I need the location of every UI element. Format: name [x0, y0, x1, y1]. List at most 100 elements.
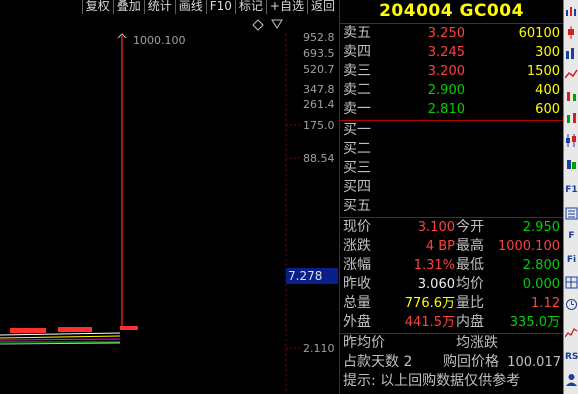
- add-watchlist-button[interactable]: +自选: [265, 0, 307, 14]
- candle5-icon[interactable]: [565, 158, 578, 171]
- stat-label: 今开: [456, 219, 484, 235]
- sell-volume: 60100: [518, 26, 560, 41]
- back-button[interactable]: 返回: [306, 0, 338, 14]
- sell-row[interactable]: 卖五 3.250 60100: [340, 24, 563, 43]
- trading-window: 复权 叠加 统计 画线 F10 标记 +自选 返回 1000.100 952.8…: [0, 0, 578, 394]
- axis-tick-label: 693.5: [303, 47, 335, 60]
- sell-price: 2.810: [427, 102, 465, 117]
- sell-row[interactable]: 卖三 3.200 1500: [340, 62, 563, 81]
- stat-label: 现价: [343, 219, 371, 235]
- stat-label: 昨收: [343, 276, 371, 292]
- stat-row: 涨跌 4 BP 最高 1000.100: [340, 237, 563, 256]
- axis-tick-label: 347.8: [303, 83, 335, 96]
- repo-row: 占款天数 2 购回价格 100.017: [343, 353, 561, 372]
- axis-tick-label: 952.8: [303, 31, 335, 44]
- buy-row[interactable]: 买五: [340, 197, 563, 216]
- bar-icon[interactable]: [565, 47, 578, 60]
- f10-button[interactable]: F10: [205, 0, 235, 14]
- sell-row[interactable]: 卖一 2.810 600: [340, 100, 563, 119]
- graph-icon[interactable]: [565, 326, 578, 339]
- chart-toolbar: 复权 叠加 统计 画线 F10 标记 +自选 返回: [0, 0, 338, 14]
- stat-value: 1.12: [531, 296, 560, 311]
- diamond-icon: [252, 19, 264, 31]
- f10-icon[interactable]: F1: [565, 184, 578, 197]
- stat-label: 总量: [343, 295, 371, 311]
- user-icon[interactable]: [565, 373, 578, 386]
- candle: [120, 326, 138, 330]
- stat-row: 外盘 441.5万 内盘 335.0万: [340, 313, 563, 332]
- sell-row[interactable]: 卖四 3.245 300: [340, 43, 563, 62]
- axis-tick-label: 175.0: [303, 119, 335, 132]
- clock-icon[interactable]: [565, 298, 578, 311]
- candle3-icon[interactable]: [565, 112, 578, 125]
- stat-value: 3.060: [417, 277, 455, 292]
- stat-label: 内盘: [456, 314, 484, 330]
- axis-tick-label: 88.54: [303, 152, 335, 165]
- chart-canvas: 1000.100 952.8 693.5 520.7 347.8 261.4 1…: [0, 19, 335, 394]
- stat-row: 总量 776.6万 量比 1.12: [340, 294, 563, 313]
- buy-label: 买五: [343, 198, 371, 214]
- buy-row[interactable]: 买二: [340, 140, 563, 159]
- buyback-price-value: 100.017: [507, 355, 561, 370]
- rss-icon[interactable]: RS: [565, 351, 578, 364]
- buy-row[interactable]: 买四: [340, 178, 563, 197]
- security-title: 204004 GC004: [379, 1, 524, 21]
- sell-row[interactable]: 卖二 2.900 400: [340, 81, 563, 100]
- stat-value: 3.100: [417, 220, 455, 235]
- line-icon[interactable]: [565, 68, 578, 81]
- sell-volume: 400: [535, 83, 560, 98]
- stat-value: 1.31%: [413, 258, 455, 273]
- axis-tick-label: 261.4: [303, 98, 335, 111]
- triangle-icon: [271, 19, 283, 29]
- candle2-icon[interactable]: [565, 90, 578, 103]
- list-icon[interactable]: [565, 207, 578, 220]
- grid-icon[interactable]: [565, 276, 578, 289]
- candle-icon[interactable]: [565, 26, 578, 39]
- hint-text: 提示: 以上回购数据仅供参考: [343, 373, 521, 389]
- stat-value: 0.000: [522, 277, 560, 292]
- statistics-button[interactable]: 统计: [143, 0, 175, 14]
- stat-value: 2.800: [522, 258, 560, 273]
- buy-label: 买一: [343, 122, 371, 138]
- stat-label: 量比: [456, 295, 484, 311]
- f-icon[interactable]: F: [565, 230, 578, 243]
- avg-price-label: 昨均价: [343, 335, 385, 351]
- stat-label: 外盘: [343, 314, 371, 330]
- axis-tick-label: 2.110: [303, 342, 335, 355]
- right-toolbar: F1 F Fi RS: [563, 0, 578, 394]
- draw-line-button[interactable]: 画线: [174, 0, 206, 14]
- sell-price: 3.245: [427, 45, 465, 60]
- stat-value: 2.950: [522, 220, 560, 235]
- buy-row[interactable]: 买三: [340, 159, 563, 178]
- hint-row: 提示: 以上回购数据仅供参考: [343, 372, 561, 391]
- candle4-icon[interactable]: [565, 134, 578, 147]
- stat-label: 最高: [456, 238, 484, 254]
- restore-rights-button[interactable]: 复权: [81, 0, 113, 14]
- stat-label: 最低: [456, 257, 484, 273]
- stat-value: 4 BP: [425, 239, 455, 254]
- mark-button[interactable]: 标记: [234, 0, 266, 14]
- buy-label: 买四: [343, 179, 371, 195]
- stat-label: 均价: [456, 276, 484, 292]
- stat-value: 1000.100: [497, 239, 560, 254]
- axis-tick-label: 520.7: [303, 63, 335, 76]
- candle: [58, 327, 92, 332]
- stat-label: 涨跌: [343, 238, 371, 254]
- stat-value: 335.0万: [509, 315, 560, 330]
- price-chart[interactable]: 1000.100 952.8 693.5 520.7 347.8 261.4 1…: [0, 14, 338, 394]
- stat-label: 涨幅: [343, 257, 371, 273]
- quote-panel: 204004 GC004 卖五 3.250 60100 卖四 3.245 300…: [339, 0, 563, 394]
- peak-value-label: 1000.100: [133, 34, 186, 47]
- sell-volume: 300: [535, 45, 560, 60]
- sell-volume: 1500: [526, 64, 560, 79]
- overlay-button[interactable]: 叠加: [112, 0, 144, 14]
- sell-label: 卖四: [343, 44, 371, 60]
- sell-volume: 600: [535, 102, 560, 117]
- buy-label: 买二: [343, 141, 371, 157]
- stat-row: 涨幅 1.31% 最低 2.800: [340, 256, 563, 275]
- f2-icon[interactable]: Fi: [565, 254, 578, 267]
- sell-label: 卖一: [343, 101, 371, 117]
- sell-label: 卖二: [343, 82, 371, 98]
- buy-row[interactable]: 买一: [340, 121, 563, 140]
- chart-icon[interactable]: [565, 4, 578, 17]
